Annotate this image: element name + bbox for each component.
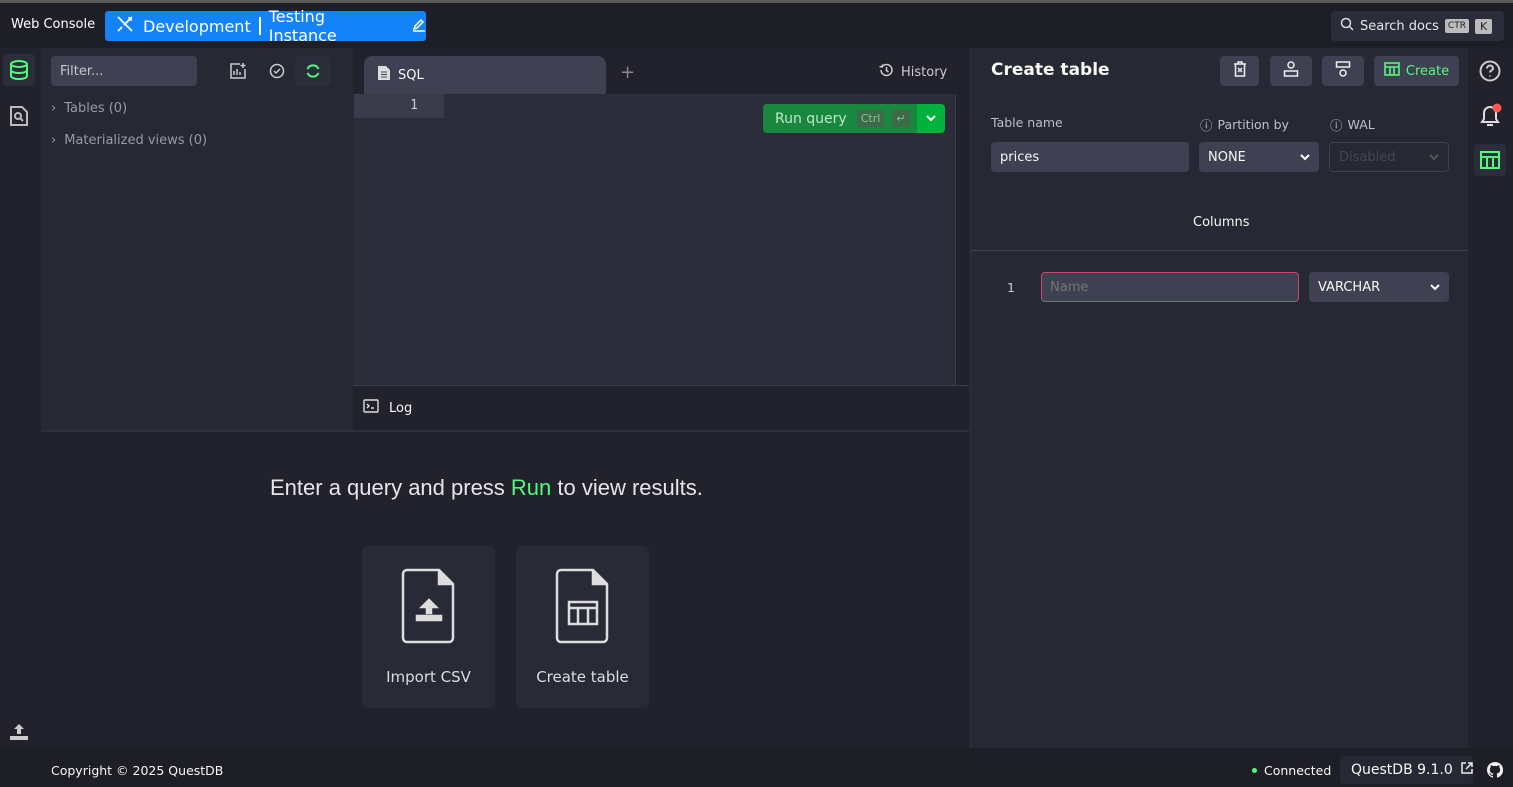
edit-icon[interactable] <box>412 17 426 36</box>
log-label: Log <box>389 401 412 416</box>
select-check-icon[interactable] <box>259 56 295 86</box>
instance-label: Testing Instance <box>269 7 398 45</box>
env-label: Development <box>143 17 251 36</box>
column-index: 1 <box>1007 280 1015 295</box>
import-csv-label: Import CSV <box>386 668 471 686</box>
file-upload-icon <box>399 566 459 650</box>
editor-scrollbar[interactable] <box>955 94 969 385</box>
column-name-input[interactable] <box>1041 272 1299 302</box>
github-icon[interactable] <box>1487 762 1503 782</box>
brand-title: Web Console <box>11 17 95 32</box>
kbd-k: K <box>1475 19 1492 34</box>
tab-label: SQL <box>398 68 424 83</box>
table-name-input[interactable]: prices <box>991 142 1189 172</box>
create-table-label: Create table <box>536 668 629 686</box>
version-link[interactable]: QuestDB 9.1.0 <box>1340 756 1473 784</box>
delete-table-button[interactable] <box>1220 56 1259 86</box>
help-icon[interactable] <box>1474 55 1506 87</box>
chevron-down-icon <box>1429 150 1439 165</box>
line-number: 1 <box>354 94 444 118</box>
add-column-top-button[interactable] <box>1270 56 1312 86</box>
add-row-above-icon <box>1283 61 1299 81</box>
chevron-right-icon: › <box>51 133 56 148</box>
run-options-dropdown[interactable] <box>917 104 945 133</box>
file-table-icon <box>553 566 613 650</box>
kbd-ctrl: Ctrl <box>857 110 885 127</box>
run-query-button[interactable]: Run query Ctrl ↵ <box>763 104 917 133</box>
status-dot-icon <box>1252 768 1257 773</box>
import-csv-card[interactable]: Import CSV <box>362 546 495 708</box>
partition-label: Partition by <box>1218 117 1289 132</box>
table-name-label: Table name <box>991 115 1063 130</box>
chevron-down-icon <box>926 111 936 126</box>
version-label: QuestDB 9.1.0 <box>1351 762 1453 778</box>
create-button[interactable]: Create <box>1374 56 1459 86</box>
mat-views-label: Materialized views (0) <box>64 133 207 148</box>
column-type-value: VARCHAR <box>1318 280 1380 295</box>
add-row-below-icon <box>1335 61 1351 81</box>
filter-input[interactable] <box>51 56 197 86</box>
status-label: Connected <box>1264 763 1331 778</box>
columns-heading: Columns <box>1193 215 1250 230</box>
terminal-icon <box>363 399 379 417</box>
kbd-enter: ↵ <box>892 110 909 127</box>
external-link-icon <box>1461 762 1473 778</box>
divider <box>259 17 261 35</box>
partition-select[interactable]: NONE <box>1199 142 1319 172</box>
partition-label-wrap: ⓘ Partition by <box>1200 115 1289 134</box>
search-docs-button[interactable]: Search docs CTR K <box>1331 11 1504 41</box>
search-label: Search docs <box>1360 19 1439 34</box>
column-type-select[interactable]: VARCHAR <box>1309 272 1449 302</box>
query-search-icon[interactable] <box>3 100 35 132</box>
left-nav <box>0 48 41 748</box>
chevron-down-icon <box>1430 280 1440 295</box>
trash-icon <box>1233 61 1247 81</box>
search-icon <box>1340 17 1354 35</box>
wal-value: Disabled <box>1339 150 1395 165</box>
create-label: Create <box>1406 64 1449 79</box>
msg-run: Run <box>511 475 551 500</box>
panel-title: Create table <box>991 60 1110 80</box>
tree-materialized-views[interactable]: › Materialized views (0) <box>51 133 207 148</box>
msg-post: to view results. <box>551 475 703 500</box>
wal-label-wrap: ⓘ WAL <box>1330 115 1375 134</box>
msg-pre: Enter a query and press <box>270 475 511 500</box>
right-nav <box>1468 48 1513 748</box>
add-column-bottom-button[interactable] <box>1322 56 1364 86</box>
wal-label: WAL <box>1348 117 1375 132</box>
info-icon[interactable]: ⓘ <box>1200 115 1213 134</box>
table-icon <box>1384 62 1400 80</box>
refresh-icon[interactable] <box>295 56 331 86</box>
upload-icon[interactable] <box>3 716 35 748</box>
partition-value: NONE <box>1208 150 1246 165</box>
sql-editor[interactable] <box>353 48 969 385</box>
history-icon <box>878 62 894 82</box>
tools-icon <box>115 14 135 38</box>
file-icon <box>378 66 390 84</box>
database-icon[interactable] <box>3 54 35 86</box>
connection-status: Connected <box>1252 763 1331 778</box>
run-label: Run query <box>775 111 847 127</box>
chevron-right-icon: › <box>51 101 56 116</box>
add-metrics-icon[interactable] <box>220 56 256 86</box>
kbd-ctrl: CTR <box>1445 19 1469 33</box>
tables-label: Tables (0) <box>64 101 127 116</box>
history-button[interactable]: History <box>878 62 947 82</box>
table-name-value: prices <box>1000 150 1039 165</box>
notifications-icon[interactable] <box>1474 100 1506 132</box>
wal-select[interactable]: Disabled <box>1329 142 1449 172</box>
add-tab-icon[interactable]: + <box>620 62 635 83</box>
tree-tables[interactable]: › Tables (0) <box>51 101 127 116</box>
info-icon[interactable]: ⓘ <box>1330 115 1343 134</box>
history-label: History <box>901 65 947 80</box>
log-panel-toggle[interactable]: Log <box>353 385 969 430</box>
create-table-panel-icon[interactable] <box>1474 144 1506 176</box>
copyright: Copyright © 2025 QuestDB <box>51 763 223 778</box>
tab-sql[interactable]: SQL <box>364 56 606 94</box>
results-message: Enter a query and press Run to view resu… <box>270 475 703 501</box>
chevron-down-icon <box>1300 150 1310 165</box>
divider <box>971 250 1468 251</box>
instance-badge[interactable]: Development Testing Instance <box>105 11 426 41</box>
create-table-card[interactable]: Create table <box>516 546 649 708</box>
